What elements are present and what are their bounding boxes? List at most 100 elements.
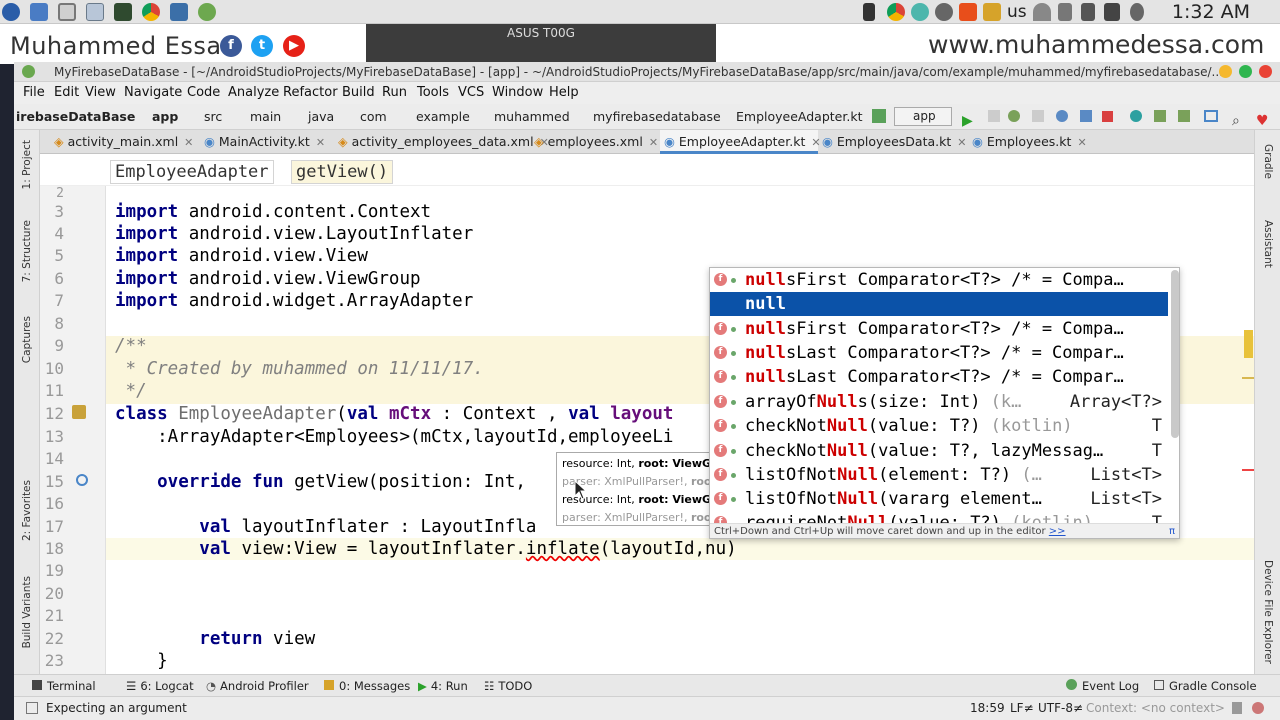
chrome-tray-icon[interactable] — [887, 3, 905, 21]
android-icon[interactable] — [198, 3, 216, 21]
clipboard-icon[interactable] — [1058, 3, 1072, 21]
close-icon[interactable]: ✕ — [184, 136, 193, 149]
completion-item[interactable]: f nullsFirst Comparator<T?> /* = Compa… — [710, 317, 1168, 341]
completion-item[interactable]: f arrayOfNulls(size: Int) (k… Array<T?> — [710, 390, 1168, 414]
tool-favorites[interactable]: 2: Favorites — [21, 480, 33, 541]
crumb-java[interactable]: java — [308, 104, 334, 130]
package-tray-icon[interactable] — [983, 3, 1001, 21]
tool-logcat[interactable]: ☰ 6: Logcat — [126, 675, 194, 697]
tool-structure[interactable]: 7: Structure — [21, 220, 33, 282]
close-icon[interactable]: ✕ — [316, 136, 325, 149]
wifi-icon[interactable] — [1033, 3, 1051, 21]
menu-edit[interactable]: Edit — [54, 82, 79, 104]
close-icon[interactable]: ✕ — [957, 136, 966, 149]
menu-refactor[interactable]: Refactor — [283, 82, 338, 104]
tab-activity-main[interactable]: ◈ activity_main.xml ✕ — [50, 130, 200, 154]
tool-windows-icon[interactable] — [26, 702, 38, 714]
keyboard-layout[interactable]: us — [1007, 0, 1027, 24]
tool-run[interactable]: ▶ 4: Run — [418, 675, 468, 697]
file-manager-icon[interactable] — [30, 3, 48, 21]
tool-gradle-console[interactable]: Gradle Console — [1154, 675, 1257, 697]
debug-icon[interactable] — [1008, 110, 1020, 122]
completion-item[interactable]: f nullsFirst Comparator<T?> /* = Compa… — [710, 268, 1168, 292]
tool-project[interactable]: 1: Project — [21, 140, 33, 189]
crumb-app[interactable]: app — [152, 104, 178, 130]
code-line[interactable]: class EmployeeAdapter(val mCtx : Context… — [115, 404, 673, 424]
chrome-icon[interactable] — [142, 3, 160, 21]
tool-assistant[interactable]: Assistant — [1262, 220, 1274, 268]
tab-employee-adapter[interactable]: ◉ EmployeeAdapter.kt ✕ — [660, 130, 821, 154]
battery-icon[interactable] — [1081, 3, 1095, 21]
completion-item[interactable]: f nullsLast Comparator<T?> /* = Compar… — [710, 365, 1168, 389]
completion-item-selected[interactable]: null — [710, 292, 1168, 316]
layout-inspector-icon[interactable] — [1204, 110, 1218, 122]
code-line[interactable]: } — [115, 651, 168, 671]
completion-item[interactable]: f listOfNotNull(element: T?) (… List<T> — [710, 463, 1168, 487]
menu-help[interactable]: Help — [549, 82, 579, 104]
maximize-button[interactable] — [1239, 65, 1252, 78]
tool-build-variants[interactable]: Build Variants — [21, 576, 33, 648]
menu-build[interactable]: Build — [342, 82, 375, 104]
tab-activity-employees-data[interactable]: ◈ activity_employees_data.xml ✕ — [334, 130, 549, 154]
crumb-example[interactable]: example — [416, 104, 470, 130]
menu-tools[interactable]: Tools — [417, 82, 449, 104]
sdk-manager-icon[interactable] — [1178, 110, 1190, 122]
tool-todo[interactable]: ☷ TODO — [484, 675, 532, 697]
profile-icon[interactable] — [1056, 110, 1068, 122]
code-line[interactable]: :ArrayAdapter<Employees>(mCtx,layoutId,e… — [115, 427, 673, 447]
completion-item[interactable]: f listOfNotNull(vararg element… List<T> — [710, 487, 1168, 511]
tool-android-profiler[interactable]: ◔ Android Profiler — [206, 675, 309, 697]
stop-icon[interactable] — [1102, 111, 1113, 122]
tab-main-activity[interactable]: ◉ MainActivity.kt ✕ — [200, 130, 334, 154]
tab-employees-data[interactable]: ◉ EmployeesData.kt ✕ — [818, 130, 968, 154]
editor-marker-error[interactable] — [1242, 469, 1254, 471]
fedora-icon[interactable] — [2, 3, 20, 21]
crumb-main[interactable]: main — [250, 104, 281, 130]
lock-icon[interactable] — [1232, 702, 1242, 714]
close-icon[interactable]: ✕ — [1077, 136, 1086, 149]
make-project-icon[interactable] — [872, 109, 886, 123]
editor-marker-warning[interactable] — [1244, 330, 1253, 358]
avd-manager-icon[interactable] — [1154, 110, 1166, 122]
sync-gradle-icon[interactable] — [1130, 110, 1142, 122]
close-window-button[interactable] — [1259, 65, 1272, 78]
completion-scrollbar[interactable] — [1171, 270, 1179, 438]
menu-navigate[interactable]: Navigate — [124, 82, 182, 104]
crumb-src[interactable]: src — [204, 104, 222, 130]
sync-tray-icon[interactable] — [911, 3, 929, 21]
class-gutter-icon[interactable] — [72, 405, 86, 419]
breadcrumb-class[interactable]: EmployeeAdapter — [110, 160, 274, 184]
code-comment[interactable]: * Created by muhammed on 11/11/17. — [115, 359, 484, 379]
code-comment[interactable]: */ — [115, 381, 147, 401]
file-encoding[interactable]: UTF-8≠ — [1038, 697, 1083, 719]
inspection-icon[interactable] — [1252, 702, 1264, 714]
code-line[interactable]: override fun getView(position: Int, — [115, 472, 526, 492]
menu-view[interactable]: View — [85, 82, 116, 104]
menu-analyze[interactable]: Analyze — [228, 82, 279, 104]
crumb-file[interactable]: EmployeeAdapter.kt — [736, 104, 862, 130]
breadcrumb-method[interactable]: getView() — [291, 160, 394, 184]
tool-captures[interactable]: Captures — [21, 316, 33, 363]
system-monitor-icon[interactable] — [114, 3, 132, 21]
minimize-button[interactable] — [1219, 65, 1232, 78]
menu-window[interactable]: Window — [492, 82, 543, 104]
crumb-package[interactable]: myfirebasedatabase — [593, 104, 721, 130]
tool-gradle[interactable]: Gradle — [1262, 144, 1274, 179]
clock[interactable]: 1:32 AM — [1172, 0, 1250, 24]
record-tray-icon[interactable] — [959, 3, 977, 21]
close-icon[interactable]: ✕ — [649, 136, 658, 149]
code-line[interactable]: return view — [115, 629, 315, 649]
menu-run[interactable]: Run — [382, 82, 407, 104]
completion-item[interactable]: f checkNotNull(value: T?, lazyMessag… T — [710, 439, 1168, 463]
caret-position[interactable]: 18:59 — [970, 697, 1005, 719]
tool-event-log[interactable]: Event Log — [1066, 675, 1139, 697]
editor-marker-info[interactable] — [1242, 377, 1254, 379]
code-line[interactable]: val layoutInflater : LayoutInfla — [115, 517, 536, 537]
android-studio-icon[interactable] — [170, 3, 188, 21]
tab-employees[interactable]: ◉ Employees.kt ✕ — [968, 130, 1098, 154]
completion-hint-link[interactable]: >> — [1049, 526, 1066, 537]
line-separator[interactable]: LF≠ — [1010, 697, 1034, 719]
completion-item[interactable]: f checkNotNull(value: T?) (kotlin) T — [710, 414, 1168, 438]
crumb-project[interactable]: irebaseDataBase — [16, 104, 135, 130]
crumb-com[interactable]: com — [360, 104, 387, 130]
